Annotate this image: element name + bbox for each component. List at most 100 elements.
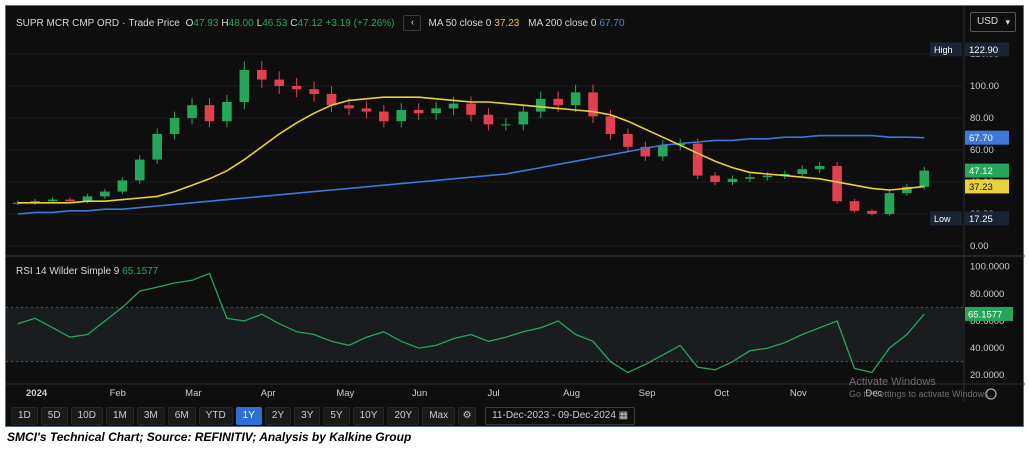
candle-body <box>431 108 441 114</box>
time-axis-label: May <box>336 388 354 399</box>
watermark-subtitle: Go to Settings to activate Windows. <box>849 389 992 399</box>
watermark-title: Activate Windows <box>849 376 936 388</box>
range-button-3y[interactable]: 3Y <box>294 407 321 425</box>
ma200-value: 67.70 <box>599 17 625 29</box>
rsi-tag: 65.1577 <box>968 309 1002 320</box>
low-value: 46.53 <box>262 17 288 29</box>
time-axis-label: Feb <box>110 388 126 399</box>
candle-body <box>605 116 616 134</box>
candle-body <box>47 199 58 202</box>
candle-body <box>222 102 232 122</box>
ma50-label: MA 50 close 0 <box>428 17 492 29</box>
price-tick-label: 60.00 <box>970 145 994 156</box>
time-axis-label: Sep <box>639 388 656 399</box>
candle-body <box>204 105 215 122</box>
range-button-max[interactable]: Max <box>422 407 456 425</box>
candle-body <box>379 111 389 122</box>
range-button-5y[interactable]: 5Y <box>323 407 350 425</box>
candle-body <box>187 105 197 118</box>
candle-body <box>134 159 145 181</box>
high-marker-label: High <box>934 45 953 55</box>
candle-body <box>239 70 250 102</box>
candle-body <box>501 124 511 126</box>
candle-body <box>413 110 424 114</box>
time-axis-label: Nov <box>790 388 807 399</box>
range-button-20y[interactable]: 20Y <box>387 407 420 425</box>
time-axis-label: 2024 <box>26 388 48 399</box>
range-button-5d[interactable]: 5D <box>40 407 68 425</box>
separator-dot: · <box>122 17 126 29</box>
close-label: C <box>290 17 298 29</box>
time-axis-label: Jul <box>488 388 500 399</box>
chart-settings-icon[interactable]: ⚙ <box>458 407 477 425</box>
high-value: 48.00 <box>228 17 254 29</box>
chart-canvas[interactable]: 0.0020.0040.0060.0080.00100.00120.0020.0… <box>6 6 1025 402</box>
price-tick-label: 100.00 <box>970 81 999 92</box>
currency-select[interactable]: USD ▾ <box>970 12 1016 32</box>
candle-body <box>553 98 563 106</box>
collapse-legend-button[interactable]: ‹ <box>403 15 422 31</box>
candle-body <box>466 103 476 115</box>
low-marker-tag: 17.25 <box>969 214 993 225</box>
range-toolbar: 1D 5D 10D 1M 3M 6M YTD 1Y 2Y 3Y 5Y 10Y 20Y Max ⚙ 11-Dec… <box>6 404 1025 428</box>
low-marker-label: Low <box>934 214 951 224</box>
ma50-value: 37.23 <box>494 17 520 29</box>
time-axis-label: Aug <box>563 388 580 399</box>
ma200-label: MA 200 close 0 <box>528 17 597 29</box>
symbol-name: SUPR MCR CMP ORD <box>16 17 120 29</box>
candle-body <box>884 193 895 214</box>
candle-body <box>535 98 546 112</box>
candle-body <box>570 92 581 106</box>
last-price-tag: 47.12 <box>969 166 993 177</box>
candle-body <box>344 105 354 109</box>
candle-body <box>814 166 825 170</box>
candle-body <box>623 134 633 147</box>
candle-body <box>152 134 162 160</box>
candle-body <box>797 169 808 174</box>
range-button-1y[interactable]: 1Y <box>235 407 262 425</box>
candle-body <box>832 166 842 202</box>
rsi-tick-label: 100.0000 <box>970 262 1010 273</box>
price-tick-label: 80.00 <box>970 113 994 124</box>
range-button-3m[interactable]: 3M <box>136 407 165 425</box>
time-axis-label: Apr <box>261 388 276 399</box>
candle-body <box>727 178 738 182</box>
candle-body <box>291 86 302 90</box>
rsi-label: RSI 14 Wilder Simple 9 <box>16 266 120 277</box>
range-button-6m[interactable]: 6M <box>167 407 196 425</box>
change-value: +3.19 (+7.26%) <box>325 17 395 29</box>
price-header: SUPR MCR CMP ORD · Trade Price O47.93 H4… <box>16 15 625 31</box>
open-value: 47.93 <box>193 17 219 29</box>
range-button-2y[interactable]: 2Y <box>264 407 292 425</box>
rsi-band <box>6 307 964 362</box>
candle-body <box>117 180 128 192</box>
range-button-1d[interactable]: 1D <box>11 407 38 425</box>
candle-body <box>274 79 285 86</box>
range-button-1m[interactable]: 1M <box>105 407 134 425</box>
rsi-header: RSI 14 Wilder Simple 9 65.1577 <box>16 266 158 277</box>
ma200-value-tag: 67.70 <box>969 133 993 144</box>
candle-body <box>710 175 720 182</box>
time-axis-label: Jun <box>412 388 427 399</box>
time-axis-label: Oct <box>714 388 729 399</box>
candle-body <box>483 114 494 125</box>
candle-body <box>448 103 459 109</box>
figure-caption: SMCI's Technical Chart; Source: REFINITI… <box>7 430 412 444</box>
candle-body <box>518 111 529 125</box>
rsi-tick-label: 80.0000 <box>970 289 1004 300</box>
range-button-10d[interactable]: 10D <box>70 407 103 425</box>
candle-body <box>849 201 860 211</box>
activate-windows-watermark: Activate Windows Go to Settings to activ… <box>849 376 991 400</box>
range-button-ytd[interactable]: YTD <box>198 407 233 425</box>
candle-body <box>657 145 668 157</box>
high-label: H <box>221 17 229 29</box>
close-value: 47.12 <box>297 17 323 29</box>
candle-body <box>361 108 372 112</box>
candle-body <box>256 70 267 80</box>
candle-body <box>100 191 110 197</box>
date-range-picker[interactable]: 11-Dec-2023 - 09-Dec-2024 ▦ <box>485 407 636 425</box>
high-marker-tag: 122.90 <box>969 45 998 56</box>
candle-body <box>745 177 755 179</box>
ma50-value-tag: 37.23 <box>969 182 993 193</box>
range-button-10y[interactable]: 10Y <box>352 407 385 425</box>
